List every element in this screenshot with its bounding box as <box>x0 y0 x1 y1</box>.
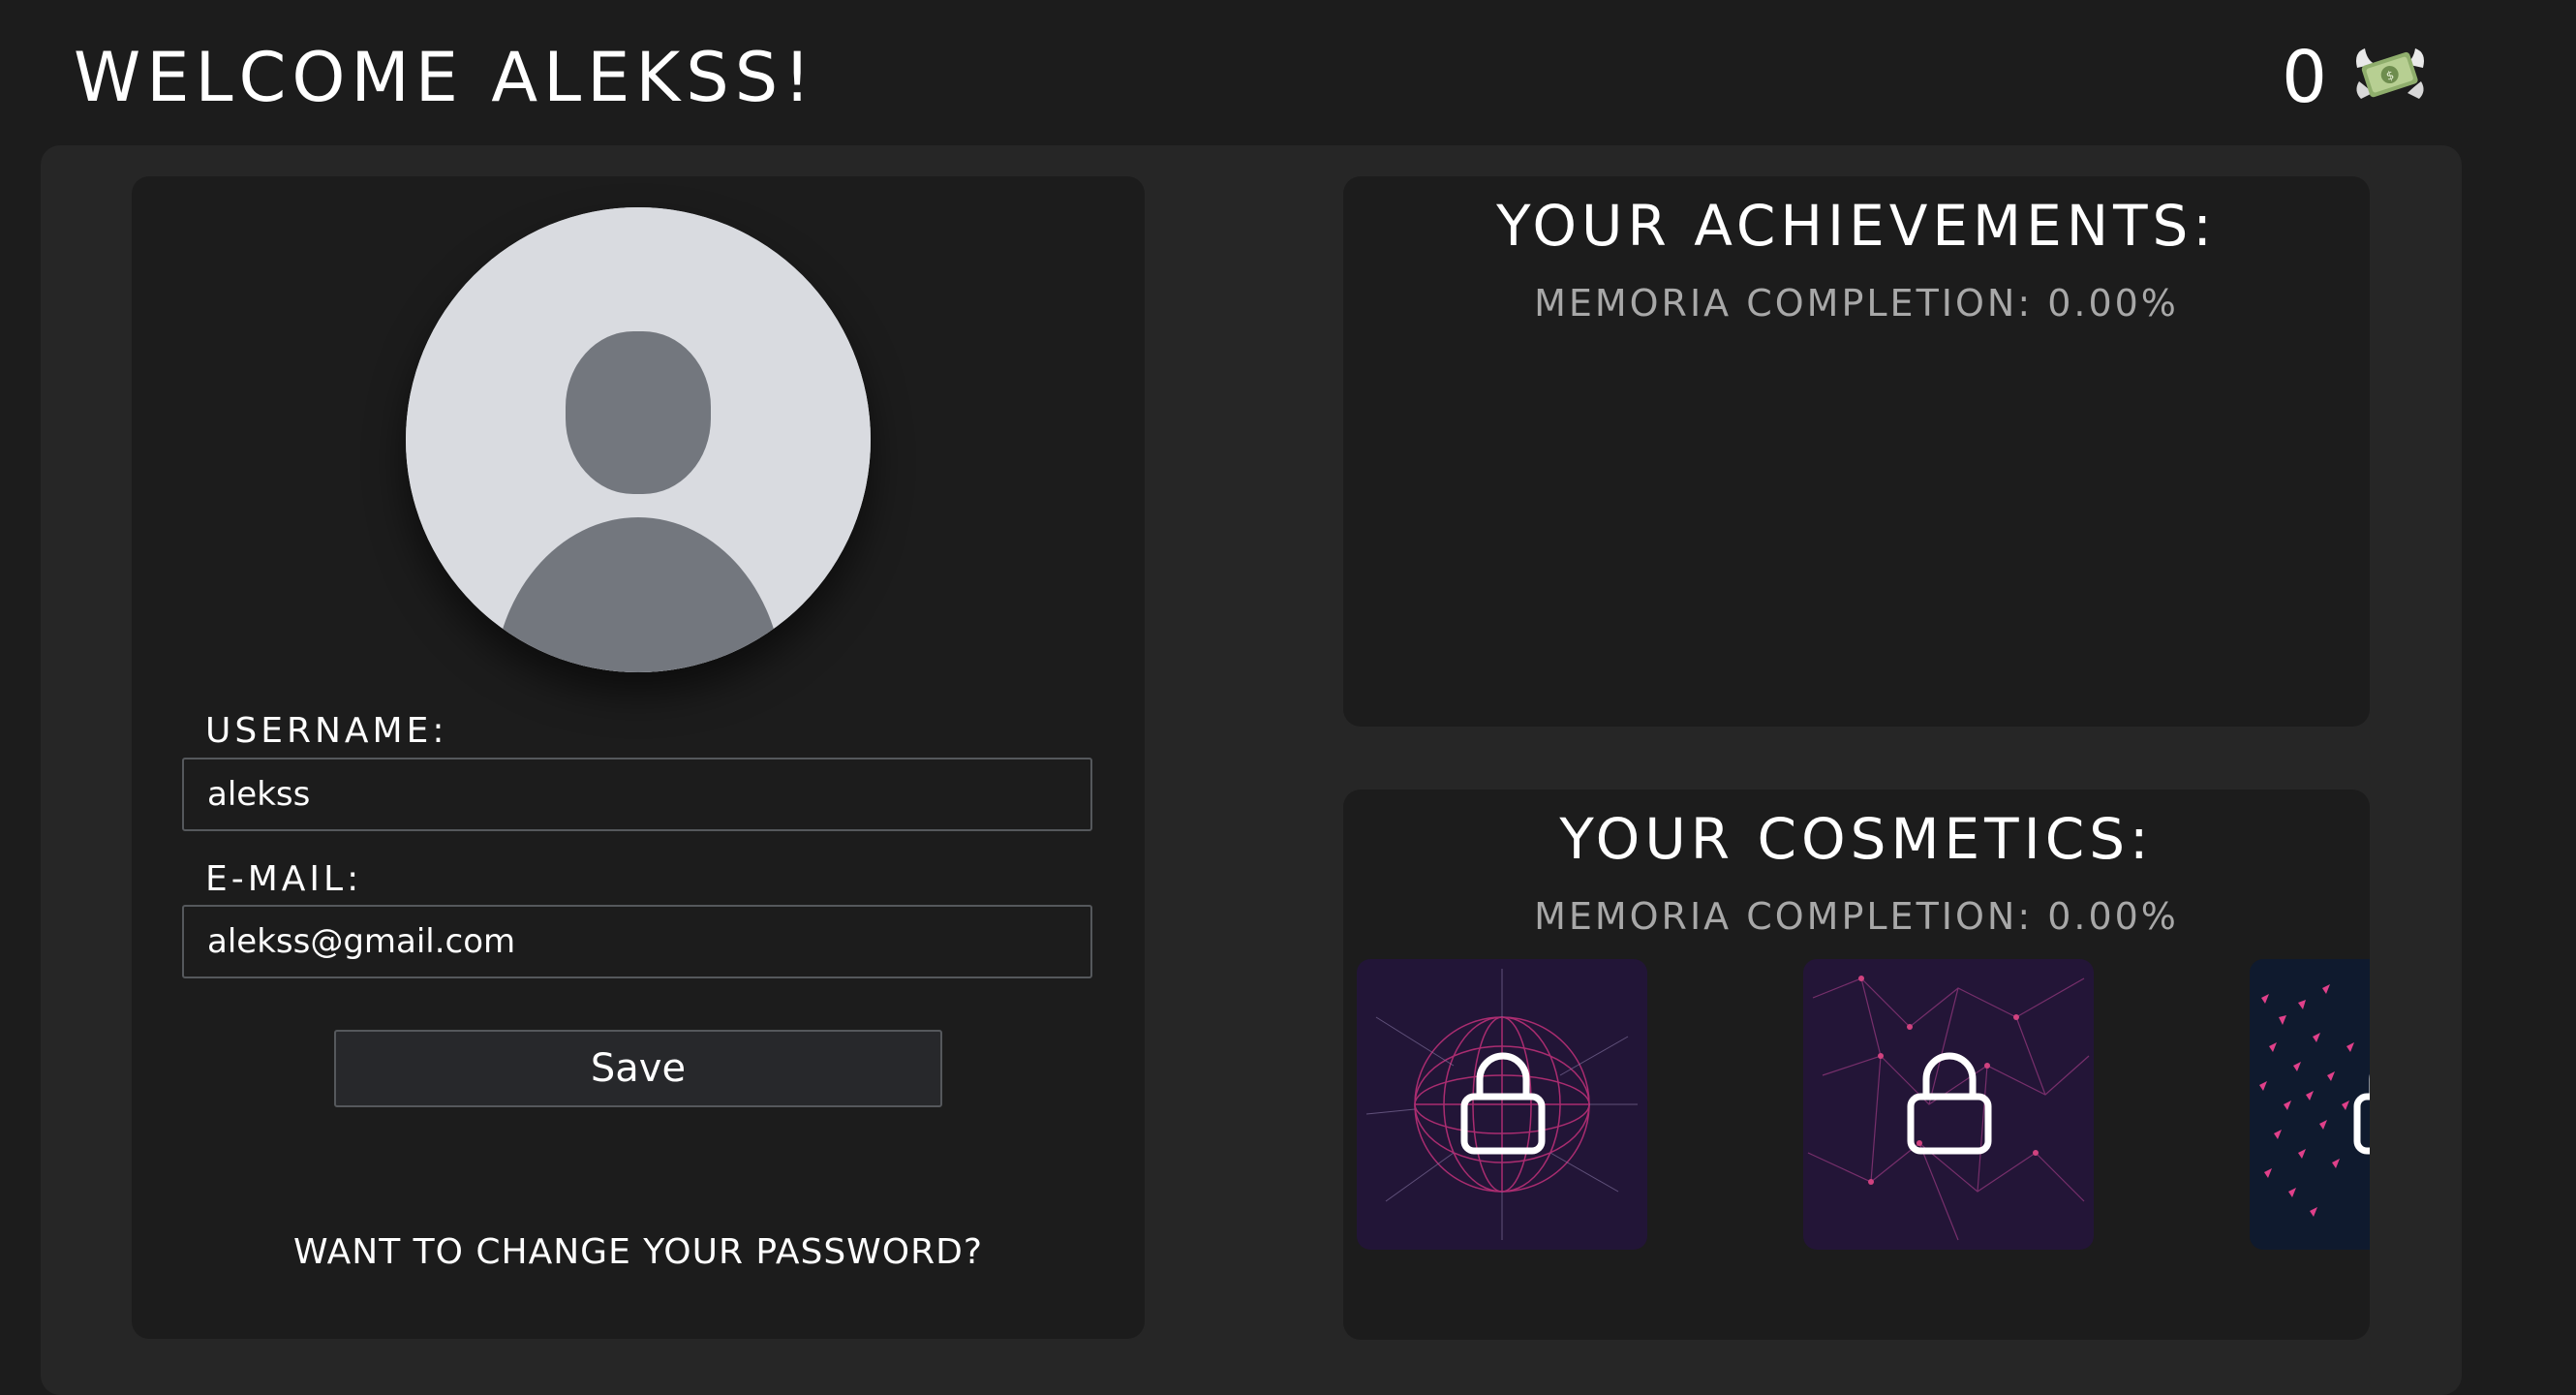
cosmetics-title: YOUR COSMETICS: <box>1559 806 2154 872</box>
welcome-title: WELCOME ALEKSS! <box>74 38 817 117</box>
username-input[interactable] <box>182 758 1092 831</box>
lock-icon <box>1460 1052 1546 1155</box>
cosmetic-item-constellation-network[interactable] <box>1803 959 2094 1250</box>
profile-card: USERNAME: E-MAIL: Save WANT TO CHANGE YO… <box>132 176 1145 1339</box>
money-with-wings-icon: $ <box>2351 39 2429 112</box>
cosmetics-completion: MEMORIA COMPLETION: 0.00% <box>1534 895 2179 938</box>
save-button[interactable]: Save <box>334 1030 942 1107</box>
cosmetic-item-pink-particles[interactable] <box>2250 959 2370 1250</box>
cosmetic-item-wireframe-globe[interactable] <box>1357 959 1647 1250</box>
username-label: USERNAME: <box>205 711 448 751</box>
lock-icon <box>1907 1052 1992 1155</box>
achievements-completion: MEMORIA COMPLETION: 0.00% <box>1534 282 2179 325</box>
cosmetics-card: YOUR COSMETICS: MEMORIA COMPLETION: 0.00… <box>1343 790 2370 1340</box>
achievements-card: YOUR ACHIEVEMENTS: MEMORIA COMPLETION: 0… <box>1343 176 2370 727</box>
email-label: E-MAIL: <box>205 859 363 899</box>
top-bar: WELCOME ALEKSS! 0 $ <box>0 0 2576 145</box>
achievements-title: YOUR ACHIEVEMENTS: <box>1496 193 2217 259</box>
default-user-avatar-icon[interactable] <box>406 207 871 672</box>
change-password-link[interactable]: WANT TO CHANGE YOUR PASSWORD? <box>132 1232 1145 1272</box>
coin-count: 0 <box>2282 36 2328 119</box>
email-input[interactable] <box>182 905 1092 978</box>
lock-icon <box>2353 1073 2370 1155</box>
